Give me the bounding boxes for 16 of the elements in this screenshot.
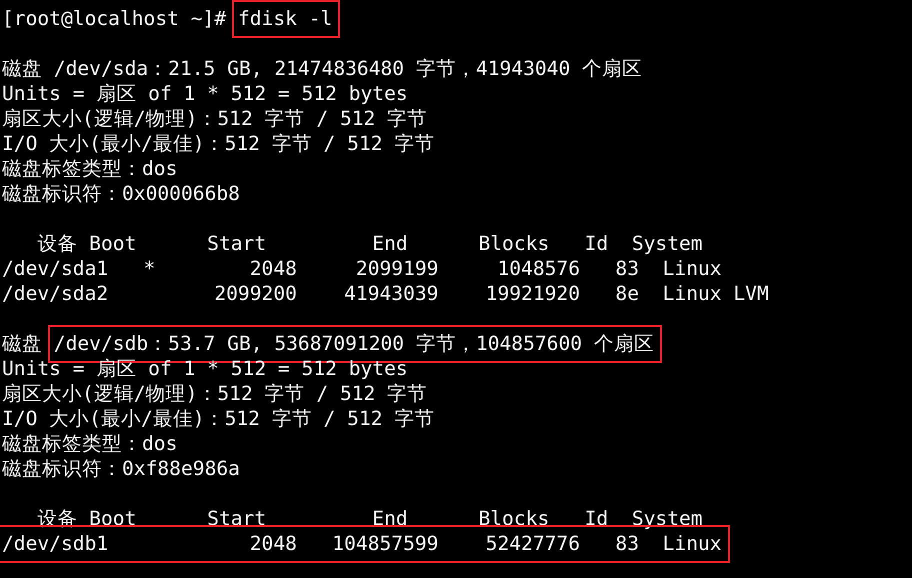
terminal-text: 扇区大小(逻辑/物理)：512 字节 / 512 字节: [2, 382, 428, 405]
terminal-text: 设备 Boot Start End Blocks Id System: [36, 232, 703, 255]
terminal-text: Units = 扇区 of 1 * 512 = 512 bytes: [2, 82, 408, 105]
terminal-text: 磁盘标识符：0x000066b8: [2, 182, 240, 205]
terminal-text: 磁盘标识符：0xf88e986a: [2, 457, 240, 480]
terminal-text: /dev/sda2 2099200 41943039 19921920 8e Linux LVM: [2, 282, 769, 305]
terminal-text: 磁盘: [2, 332, 43, 355]
terminal-text: /dev/sda1 * 2048 2099199 1048576 83 Linux: [2, 257, 722, 280]
terminal-text: I/O 大小(最小/最佳)：512 字节 / 512 字节: [2, 407, 434, 430]
highlighted-terminal-text: fdisk -l: [232, 0, 340, 38]
terminal-text: [root@localhost ~]#: [2, 7, 228, 30]
terminal-text: 磁盘标签类型：dos: [2, 157, 178, 180]
terminal-text: 扇区大小(逻辑/物理)：512 字节 / 512 字节: [2, 107, 428, 130]
terminal-text: I/O 大小(最小/最佳)：512 字节 / 512 字节: [2, 132, 434, 155]
terminal-text: 磁盘 /dev/sda：21.5 GB, 21474836480 字节，41943040 个扇区: [2, 57, 642, 80]
terminal-text: 磁盘标签类型：dos: [2, 432, 178, 455]
